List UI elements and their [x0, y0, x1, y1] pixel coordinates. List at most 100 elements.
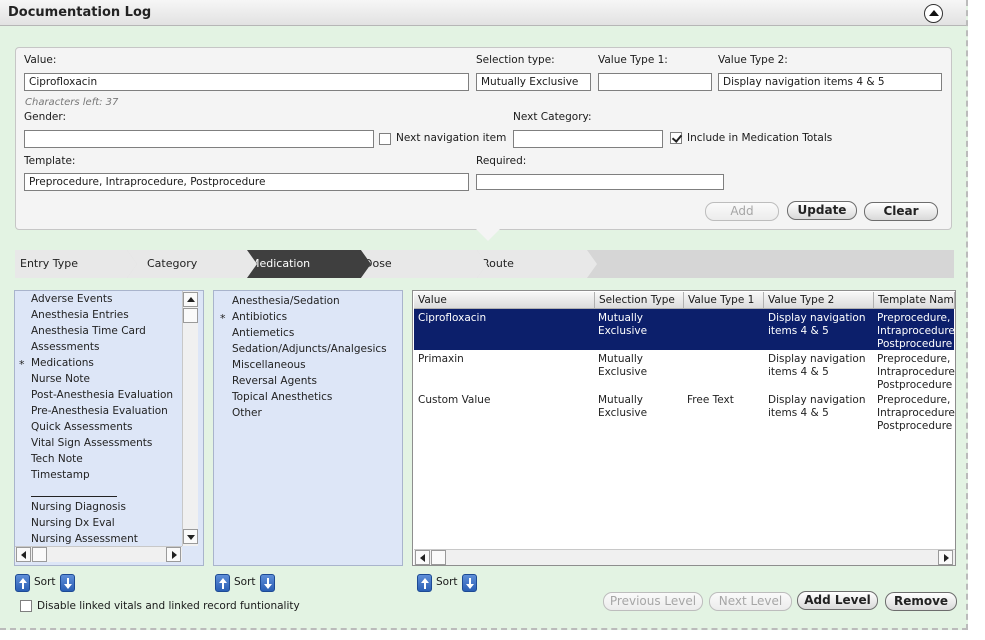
table-cell: Custom Value [418, 394, 491, 406]
previous-level-button[interactable]: Previous Level [603, 592, 703, 611]
list-item[interactable]: Antibiotics [232, 311, 287, 323]
list-item[interactable]: Sedation/Adjuncts/Analgesics [232, 343, 387, 355]
list-item[interactable]: Nursing Diagnosis [31, 501, 126, 513]
breadcrumb-dose[interactable]: Dose [361, 250, 487, 278]
include-medication-totals-label: Include in Medication Totals [687, 132, 833, 144]
breadcrumb-medication[interactable]: Medication [247, 250, 371, 278]
table-cell: Display navigation items 4 & 5 [768, 353, 866, 378]
sort-down-icon[interactable] [462, 574, 477, 592]
window-title: Documentation Log [8, 5, 152, 20]
list-item[interactable]: Pre-Anesthesia Evaluation [31, 405, 168, 417]
table-cell: Mutually Exclusive [598, 394, 648, 419]
value-label: Value: [24, 54, 57, 66]
sort-up-icon[interactable] [15, 574, 30, 592]
table-cell: Ciprofloxacin [418, 312, 487, 324]
column-header-value[interactable]: Value [414, 292, 595, 309]
add-button[interactable]: Add [705, 202, 779, 221]
category-list[interactable]: Anesthesia/Sedation * Antibiotics Antiem… [213, 290, 403, 566]
scroll-thumb[interactable] [183, 308, 198, 323]
list-item[interactable]: Tech Note [31, 453, 83, 465]
sort-down-icon[interactable] [60, 574, 75, 592]
scroll-right-icon[interactable] [938, 550, 953, 565]
clear-button[interactable]: Clear [864, 202, 938, 221]
list-item[interactable]: Assessments [31, 341, 99, 353]
scroll-up-icon[interactable] [183, 292, 198, 307]
list-item[interactable]: Anesthesia/Sedation [232, 295, 340, 307]
breadcrumb-route[interactable]: Route [477, 250, 597, 278]
next-level-button[interactable]: Next Level [709, 592, 792, 611]
sort-up-icon[interactable] [417, 574, 432, 592]
title-bar: Documentation Log [0, 0, 966, 26]
value-type1-input[interactable] [598, 73, 712, 91]
table-horizontal-scrollbar[interactable] [414, 549, 955, 565]
table-row[interactable]: Primaxin Mutually Exclusive Display navi… [414, 350, 955, 391]
list-item[interactable]: Vital Sign Assessments [31, 437, 152, 449]
add-level-button[interactable]: Add Level [797, 591, 878, 610]
next-category-label: Next Category: [513, 111, 592, 123]
sort-up-icon[interactable] [215, 574, 230, 592]
list-item[interactable]: Nursing Dx Eval [31, 517, 115, 529]
breadcrumb-label: Category [147, 257, 198, 270]
selection-type-select[interactable]: Mutually Exclusive [476, 73, 591, 91]
next-category-input[interactable] [513, 130, 663, 148]
column-header-value-type1[interactable]: Value Type 1 [684, 292, 764, 309]
characters-left: Characters left: 37 [25, 97, 119, 108]
update-button[interactable]: Update [787, 201, 857, 220]
scroll-thumb[interactable] [431, 550, 446, 565]
scroll-right-icon[interactable] [166, 547, 181, 562]
entry-list-horizontal-scrollbar[interactable] [15, 546, 182, 562]
entry-type-list[interactable]: Adverse Events Anesthesia Entries Anesth… [14, 290, 204, 566]
column-header-selection-type[interactable]: Selection Type [595, 292, 684, 309]
next-navigation-checkbox[interactable] [379, 133, 391, 145]
list-item[interactable]: Antiemetics [232, 327, 294, 339]
next-navigation-label: Next navigation item [396, 132, 507, 144]
value-type2-input[interactable]: Display navigation items 4 & 5 [718, 73, 942, 91]
table-row[interactable]: Ciprofloxacin Mutually Exclusive Display… [414, 309, 955, 350]
list-item[interactable]: Timestamp [31, 469, 90, 481]
list-item[interactable]: Other [232, 407, 262, 419]
table-cell: Preprocedure, Intraprocedure, Postproced… [877, 394, 956, 432]
collapse-icon[interactable] [924, 4, 943, 23]
list-item[interactable]: Nursing Assessment [31, 533, 138, 545]
selected-marker: * [220, 312, 226, 325]
gender-input[interactable] [24, 130, 374, 148]
list-item[interactable]: Adverse Events [31, 293, 112, 305]
list-item[interactable]: Miscellaneous [232, 359, 306, 371]
list-item[interactable]: Quick Assessments [31, 421, 132, 433]
table-row[interactable]: Custom Value Mutually Exclusive Free Tex… [414, 391, 956, 432]
value-input[interactable]: Ciprofloxacin [24, 73, 469, 91]
required-input[interactable] [476, 174, 724, 190]
breadcrumb-category[interactable]: Category [127, 250, 257, 278]
column-header-template-name[interactable]: Template Name [874, 292, 955, 309]
disable-linked-vitals-label: Disable linked vitals and linked record … [37, 600, 300, 612]
scroll-thumb[interactable] [32, 547, 47, 562]
include-medication-totals-checkbox[interactable] [670, 132, 682, 144]
value-type1-label: Value Type 1: [598, 54, 668, 66]
selected-marker: * [19, 358, 25, 371]
gender-label: Gender: [24, 111, 67, 123]
template-input[interactable]: Preprocedure, Intraprocedure, Postproced… [24, 173, 469, 191]
remove-button[interactable]: Remove [885, 592, 957, 611]
list-item[interactable]: Topical Anesthetics [232, 391, 332, 403]
list-item[interactable]: Anesthesia Entries [31, 309, 129, 321]
column-header-value-type2[interactable]: Value Type 2 [764, 292, 874, 309]
list-item[interactable]: Medications [31, 357, 94, 369]
sort-down-icon[interactable] [260, 574, 275, 592]
disable-linked-vitals-checkbox[interactable] [20, 600, 32, 612]
breadcrumb-entry-type[interactable]: Entry Type [15, 250, 137, 278]
list-item[interactable]: Nurse Note [31, 373, 90, 385]
breadcrumb: Entry Type Category Medication Dose Rout… [15, 250, 954, 278]
list-item[interactable]: Reversal Agents [232, 375, 317, 387]
scroll-down-icon[interactable] [183, 529, 198, 544]
documentation-log-window: Documentation Log Value: Ciprofloxacin C… [0, 0, 968, 630]
scroll-left-icon[interactable] [16, 547, 31, 562]
sort-label: Sort [34, 576, 56, 588]
table-cell: Display navigation items 4 & 5 [768, 312, 866, 337]
entry-type-sort: Sort [15, 574, 77, 592]
table-cell: Free Text [687, 394, 734, 406]
list-item[interactable]: Anesthesia Time Card [31, 325, 146, 337]
list-item[interactable]: Post-Anesthesia Evaluation [31, 389, 173, 401]
sort-label: Sort [234, 576, 256, 588]
scroll-left-icon[interactable] [415, 550, 430, 565]
entry-list-vertical-scrollbar[interactable] [182, 291, 198, 546]
